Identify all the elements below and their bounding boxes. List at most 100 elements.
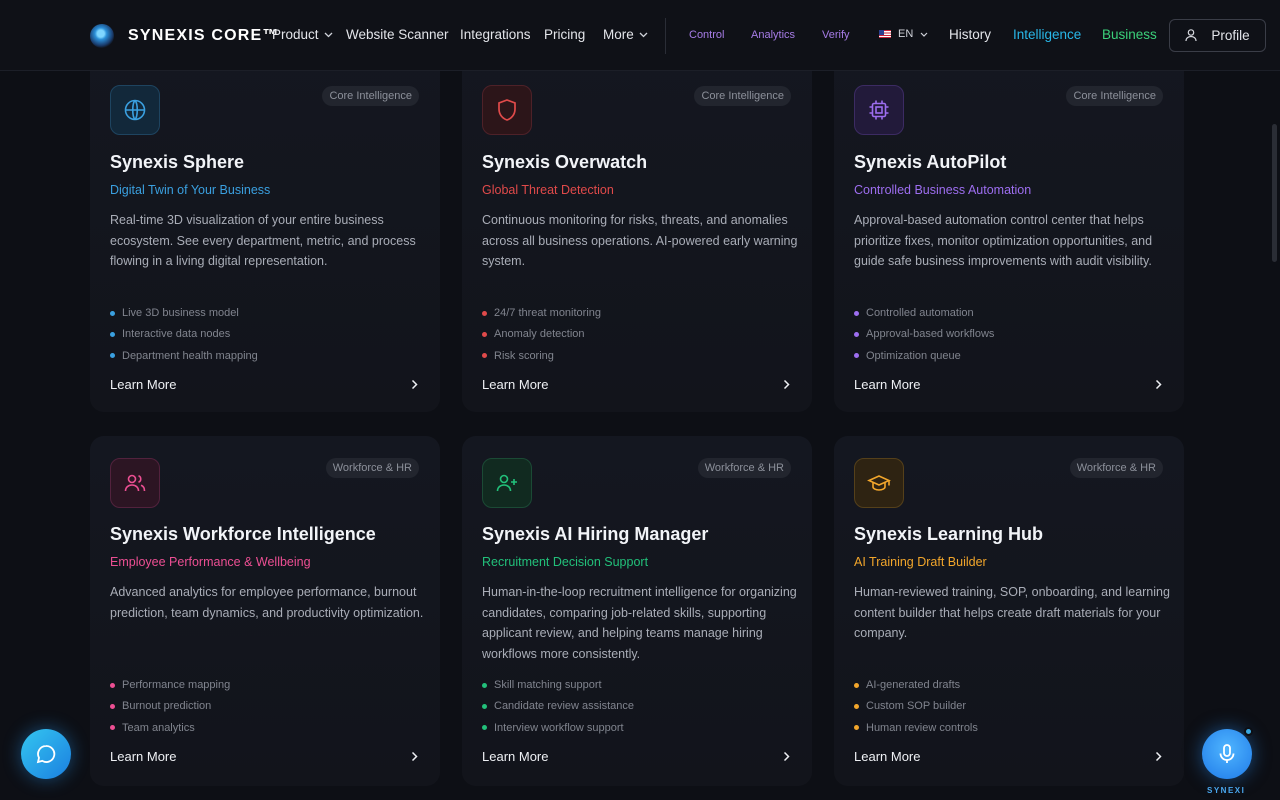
cpu-icon: [854, 85, 904, 135]
bullet-dot-icon: [854, 353, 859, 359]
card-description: Approval-based automation control center…: [854, 213, 1153, 268]
language-selector[interactable]: EN: [879, 28, 928, 40]
feature-item: Optimization queue: [854, 349, 994, 370]
globe-icon: [110, 85, 160, 135]
nav-analytics[interactable]: Analytics: [751, 29, 795, 41]
card-subtitle: Digital Twin of Your Business: [110, 183, 271, 197]
chat-bubble-icon: [36, 745, 56, 764]
feature-item: Department health mapping: [110, 349, 258, 370]
nav-website-scanner[interactable]: Website Scanner: [346, 27, 449, 42]
card-title: Synexis AutoPilot: [854, 152, 1007, 172]
nav-verify[interactable]: Verify: [822, 29, 850, 41]
feature-text: Approval-based workflows: [866, 328, 995, 341]
learn-more-link[interactable]: Learn More: [110, 377, 418, 392]
nav-control[interactable]: Control: [689, 29, 724, 41]
user-plus-icon: [482, 458, 532, 508]
chevron-down-icon: [324, 32, 332, 37]
category-badge: Workforce & HR: [697, 458, 791, 478]
feature-item: Approval-based workflows: [854, 327, 994, 348]
feature-list: Controlled automation Approval-based wor…: [854, 306, 994, 370]
feature-text: Live 3D business model: [122, 307, 239, 319]
nav-product[interactable]: Product: [272, 27, 333, 42]
card-title: Synexis AI Hiring Manager: [482, 524, 709, 544]
learn-more-link[interactable]: Learn More: [482, 749, 790, 764]
learn-more-label: Learn More: [854, 377, 921, 392]
scrollbar-thumb[interactable]: [1272, 124, 1277, 262]
feature-item: Skill matching support: [482, 678, 634, 699]
feature-list: AI-generated drafts Custom SOP builder H…: [854, 678, 978, 742]
feature-text: Performance mapping: [122, 679, 231, 691]
card-title: Synexis Workforce Intelligence: [110, 524, 376, 544]
nav-integrations[interactable]: Integrations: [460, 27, 531, 42]
nav-pricing[interactable]: Pricing: [544, 27, 585, 42]
card-description: Advanced analytics for employee performa…: [110, 585, 424, 620]
voice-assistant-button[interactable]: [1202, 729, 1252, 779]
learn-more-link[interactable]: Learn More: [482, 377, 790, 392]
feature-list: 24/7 threat monitoring Anomaly detection…: [482, 306, 601, 370]
feature-list: Skill matching support Candidate review …: [482, 678, 634, 742]
card-title: Synexis Sphere: [110, 152, 245, 172]
feature-text: Burnout prediction: [122, 700, 212, 713]
feature-item: Risk scoring: [482, 349, 601, 370]
card-description: Real-time 3D visualization of your entir…: [110, 213, 416, 268]
graduation-cap-icon: [854, 458, 904, 508]
product-card-overwatch: Core Intelligence Synexis Overwatch Glob…: [462, 40, 812, 412]
feature-item: Human review controls: [854, 721, 978, 742]
feature-text: Risk scoring: [494, 349, 554, 362]
nav-history[interactable]: History: [949, 27, 991, 42]
bullet-dot-icon: [854, 682, 859, 688]
bullet-dot-icon: [482, 310, 487, 316]
card-title: Synexis Overwatch: [482, 152, 648, 172]
bullet-dot-icon: [854, 331, 859, 337]
card-subtitle: Global Threat Detection: [482, 183, 614, 197]
category-badge: Workforce & HR: [325, 458, 419, 478]
language-label: EN: [898, 28, 914, 40]
shield-icon: [482, 85, 532, 135]
product-card-learning: Workforce & HR Synexis Learning Hub AI T…: [834, 436, 1184, 786]
learn-more-link[interactable]: Learn More: [110, 749, 418, 764]
feature-text: Skill matching support: [494, 679, 602, 691]
category-badge: Core Intelligence: [1066, 86, 1163, 106]
learn-more-label: Learn More: [482, 749, 549, 764]
chat-button[interactable]: [21, 729, 71, 779]
feature-text: AI-generated drafts: [866, 679, 961, 691]
learn-more-link[interactable]: Learn More: [854, 749, 1162, 764]
feature-list: Performance mapping Burnout prediction T…: [110, 678, 230, 742]
nav-business[interactable]: Business: [1102, 27, 1157, 42]
profile-button[interactable]: Profile: [1169, 19, 1266, 52]
feature-text: Interview workflow support: [494, 721, 624, 734]
chevron-right-icon: [1155, 751, 1162, 762]
nav-more[interactable]: More: [603, 27, 648, 42]
card-subtitle: Employee Performance & Wellbeing: [110, 555, 311, 569]
feature-item: Controlled automation: [854, 306, 994, 327]
bullet-dot-icon: [854, 703, 859, 709]
product-card-sphere: Core Intelligence Synexis Sphere Digital…: [90, 40, 440, 412]
chevron-right-icon: [411, 379, 418, 390]
top-navigation: SYNEXIS CORE™ Product Website Scanner In…: [0, 0, 1280, 71]
card-subtitle: Controlled Business Automation: [854, 183, 1032, 197]
brand-name: SYNEXIS CORE™: [128, 27, 280, 44]
chevron-down-icon: [920, 32, 928, 37]
feature-text: Anomaly detection: [494, 328, 585, 341]
bullet-dot-icon: [110, 703, 115, 709]
learn-more-link[interactable]: Learn More: [854, 377, 1162, 392]
nav-intelligence[interactable]: Intelligence: [1013, 27, 1081, 42]
category-badge: Workforce & HR: [1069, 458, 1163, 478]
product-card-autopilot: Core Intelligence Synexis AutoPilot Cont…: [834, 40, 1184, 412]
bullet-dot-icon: [482, 331, 487, 337]
feature-list: Live 3D business model Interactive data …: [110, 306, 258, 370]
us-flag-icon: [879, 30, 891, 38]
bullet-dot-icon: [110, 682, 115, 688]
status-dot: [1244, 727, 1253, 736]
learn-more-label: Learn More: [482, 377, 549, 392]
brand[interactable]: SYNEXIS CORE™: [90, 24, 280, 48]
card-description: Human-in-the-loop recruitment intelligen…: [482, 585, 797, 661]
category-badge: Core Intelligence: [322, 86, 419, 106]
chevron-right-icon: [783, 751, 790, 762]
bullet-dot-icon: [482, 353, 487, 359]
category-badge: Core Intelligence: [694, 86, 791, 106]
feature-item: Burnout prediction: [110, 699, 230, 720]
card-subtitle: Recruitment Decision Support: [482, 555, 649, 569]
nav-product-label: Product: [272, 27, 319, 42]
feature-item: Team analytics: [110, 721, 230, 742]
